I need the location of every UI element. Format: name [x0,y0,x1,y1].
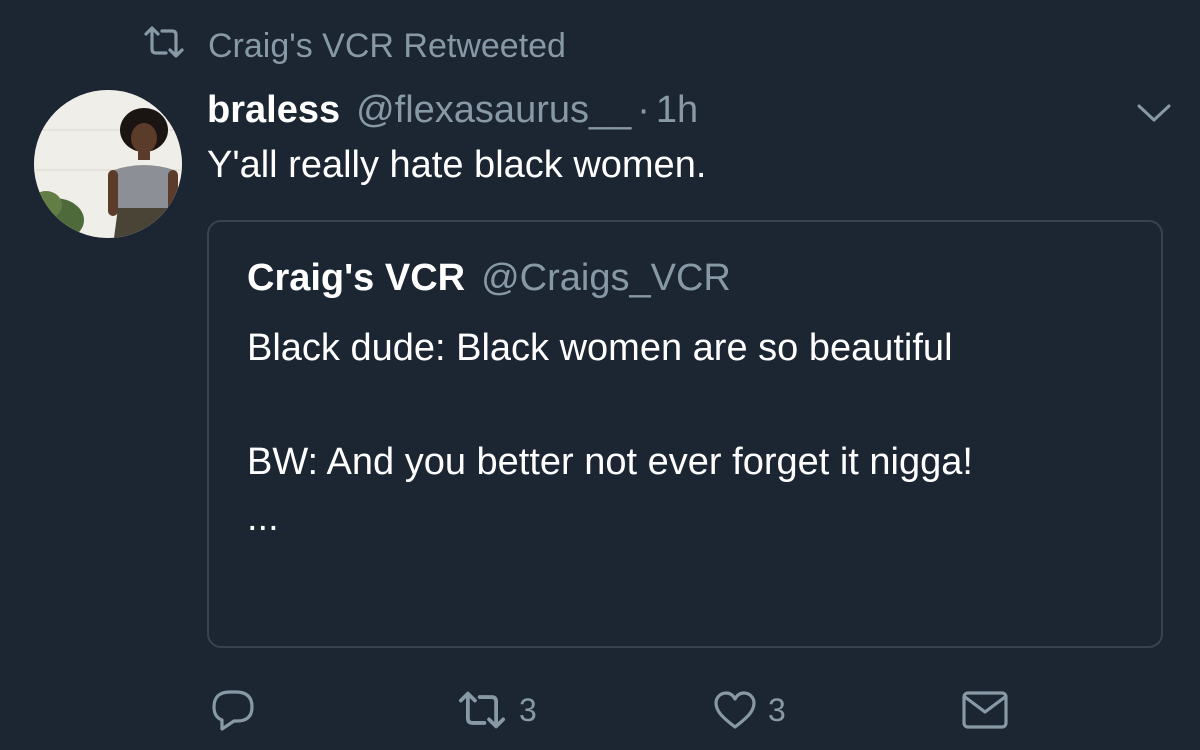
direct-message-button[interactable] [960,680,1010,740]
quoted-text-line: Black dude: Black women are so beautiful [247,327,953,369]
tweet-timestamp[interactable]: 1h [656,89,698,132]
retweet-banner-text: Craig's VCR Retweeted [208,26,566,65]
tweet-header: braless @flexasaurus__ · 1h [207,82,698,138]
user-handle[interactable]: @flexasaurus__ [356,89,631,132]
quoted-display-name: Craig's VCR [247,256,466,299]
mail-icon [960,689,1010,731]
avatar[interactable] [34,90,182,238]
separator-dot: · [637,88,650,131]
quoted-tweet-text: Black dude: Black women are so beautiful… [247,320,1127,546]
retweet-banner[interactable]: Craig's VCR Retweeted [142,22,566,70]
quoted-text-line: BW: And you better not ever forget it ni… [247,441,973,483]
retweet-button[interactable]: 3 [455,680,537,740]
quoted-text-ellipsis: ... [247,497,279,539]
chevron-down-icon[interactable] [1133,96,1175,128]
tweet-action-bar: 3 3 [0,680,1200,740]
retweet-icon [455,690,509,730]
tweet-text: Y'all really hate black women. [207,144,707,186]
like-count: 3 [768,691,786,728]
quoted-user-handle: @Craigs_VCR [481,256,731,299]
retweet-count: 3 [519,691,537,728]
reply-icon [210,688,256,732]
retweet-icon [142,25,186,68]
quoted-tweet-header: Craig's VCR @Craigs_VCR [247,252,731,304]
display-name[interactable]: braless [207,89,340,132]
like-button[interactable]: 3 [712,680,786,740]
reply-button[interactable] [210,680,256,740]
heart-icon [712,689,758,731]
quoted-tweet-card[interactable]: Craig's VCR @Craigs_VCR Black dude: Blac… [207,220,1163,648]
